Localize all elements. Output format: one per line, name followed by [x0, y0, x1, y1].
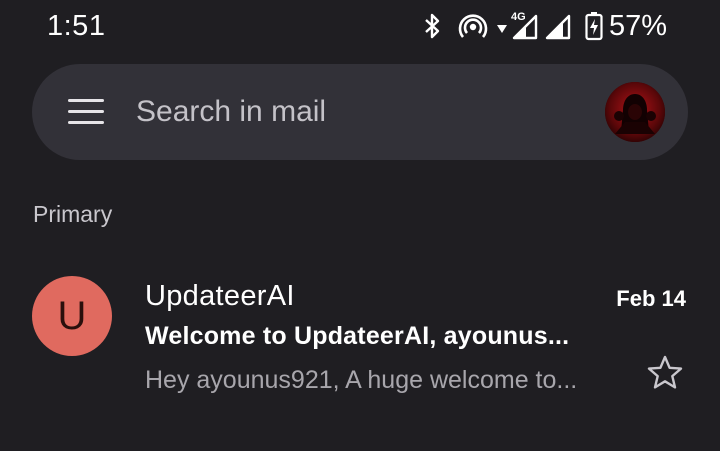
hooded-figure-icon — [605, 82, 665, 142]
mail-subject: Welcome to UpdateerAI, ayounus... — [145, 322, 570, 350]
search-input[interactable] — [136, 92, 576, 132]
sender-name: UpdateerAI — [145, 280, 295, 312]
star-icon[interactable] — [646, 354, 684, 392]
section-label-primary: Primary — [33, 201, 113, 227]
gmail-screen: 1:51 4G 57% Search in mail Primary U Upd… — [0, 0, 720, 451]
sender-avatar[interactable]: U — [32, 276, 112, 356]
hotspot-icon — [458, 14, 488, 38]
signal-icon — [545, 14, 571, 40]
battery-charging-icon — [585, 12, 603, 41]
menu-icon[interactable] — [68, 99, 104, 125]
bluetooth-icon — [425, 13, 440, 39]
battery-percent: 57% — [609, 10, 668, 42]
search-bar[interactable] — [32, 64, 688, 160]
mail-list-item[interactable]: U UpdateerAI Feb 14 Welcome to UpdateerA… — [0, 260, 720, 410]
mail-date: Feb 14 — [616, 286, 686, 311]
data-arrow-icon — [497, 25, 507, 33]
status-bar: 1:51 4G 57% — [0, 0, 720, 52]
account-avatar[interactable] — [605, 82, 665, 142]
status-time: 1:51 — [47, 10, 106, 42]
mail-snippet: Hey ayounus921, A huge welcome to... — [145, 366, 578, 394]
network-type-label: 4G — [511, 11, 526, 23]
